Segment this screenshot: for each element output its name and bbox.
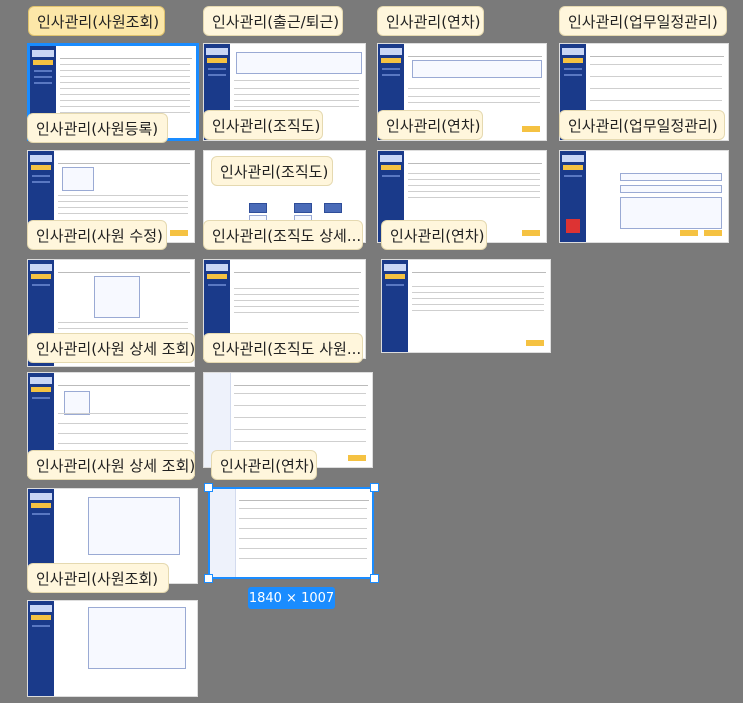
frame-label: 인사관리(연차) [211, 450, 317, 480]
selection-frame[interactable] [208, 487, 374, 579]
resize-handle-bottom-left[interactable] [204, 574, 213, 583]
frame-label: 인사관리(사원 상세 조회) [27, 333, 195, 363]
column-header-leave[interactable]: 인사관리(연차) [377, 6, 484, 36]
frame-label: 인사관리(연차) [381, 220, 487, 250]
resize-handle-top-right[interactable] [370, 483, 379, 492]
stamp-icon [566, 219, 580, 233]
column-header-schedule[interactable]: 인사관리(업무일정관리) [559, 6, 727, 36]
frame-schedule-detail[interactable] [559, 150, 729, 243]
frame-label: 인사관리(업무일정관리) [559, 110, 725, 140]
column-header-attendance[interactable]: 인사관리(출근/퇴근) [203, 6, 343, 36]
selection-size-badge: 1840 × 1007 [248, 587, 335, 609]
column-header-employee-search[interactable]: 인사관리(사원조회) [28, 6, 165, 36]
frame-leave-3[interactable] [381, 259, 551, 353]
resize-handle-top-left[interactable] [204, 483, 213, 492]
frame-label: 인사관리(사원조회) [27, 563, 169, 593]
frame-label: 인사관리(사원 수정) [27, 220, 167, 250]
frame-employee-form[interactable] [27, 600, 198, 697]
frame-label: 인사관리(조직도) [203, 110, 323, 140]
frame-label: 인사관리(사원등록) [27, 113, 168, 143]
frame-label: 인사관리(사원 상세 조회) [27, 450, 195, 480]
frame-label: 인사관리(조직도 사원... [203, 333, 363, 363]
frame-label: 인사관리(조직도 상세... [203, 220, 363, 250]
frame-label: 인사관리(연차) [377, 110, 483, 140]
resize-handle-bottom-right[interactable] [370, 574, 379, 583]
frame-label: 인사관리(조직도) [211, 156, 333, 186]
